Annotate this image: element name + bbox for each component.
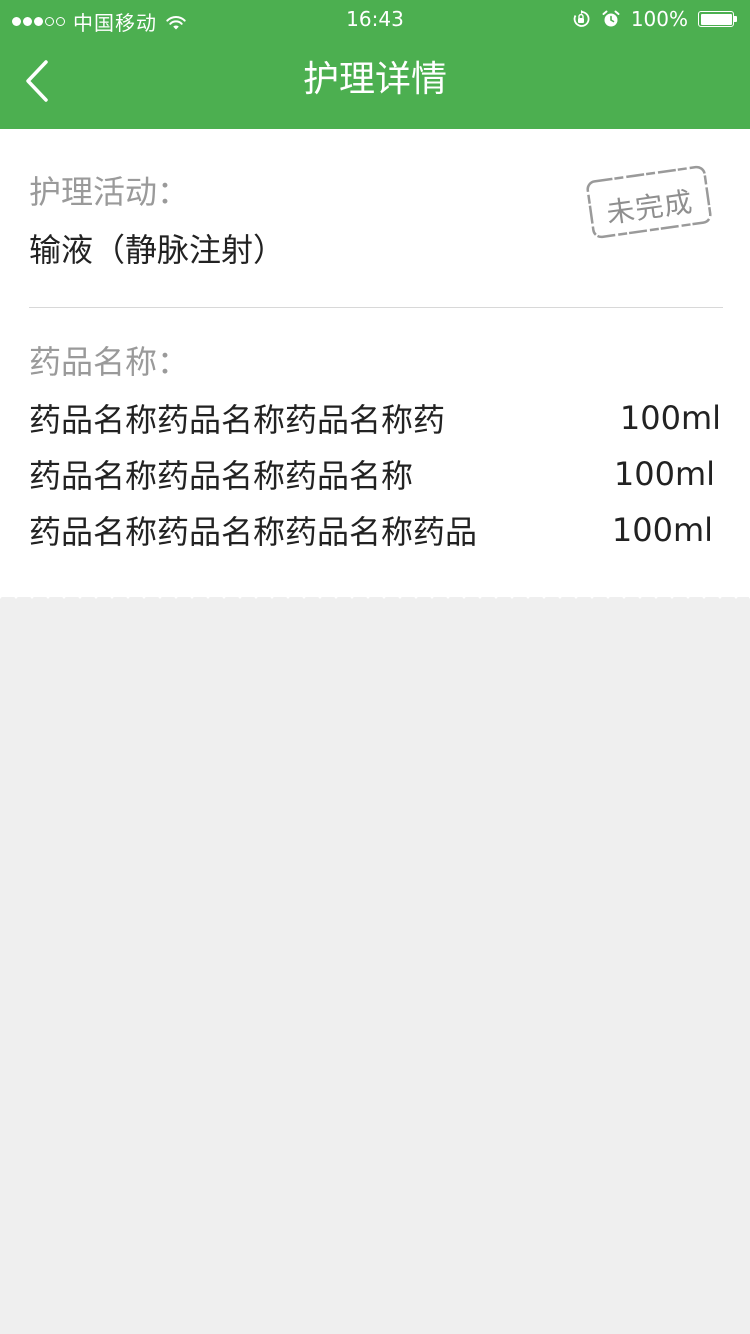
app-header: 中国移动 16:43 100% 护理详情 [0,0,750,129]
drug-row: 药品名称药品名称药品名称药 100ml [29,396,721,440]
activity-value: 输液（静脉注射） [29,231,286,269]
card-zigzag-edge [0,590,750,599]
rotation-lock-icon [573,10,590,27]
status-bar: 中国移动 16:43 100% [0,0,750,40]
battery-percent: 100% [630,7,688,31]
battery-level [700,13,732,25]
drug-name: 药品名称药品名称药品名称 [29,457,414,495]
drug-name: 药品名称药品名称药品名称药品 [29,513,478,551]
drug-amount: 100ml [619,399,721,437]
battery-icon [698,10,738,28]
drug-name: 药品名称药品名称药品名称药 [29,401,446,439]
page-title: 护理详情 [302,59,447,100]
activity-label: 护理活动： [29,173,190,211]
drug-amount: 100ml [613,455,715,493]
drug-row: 药品名称药品名称药品名称 100ml [29,452,715,496]
battery-body [698,11,734,27]
status-right: 100% [571,7,738,31]
drug-row: 药品名称药品名称药品名称药品 100ml [29,508,713,552]
drugs-label: 药品名称： [29,343,190,381]
drug-amount: 100ml [611,511,713,549]
section-divider [29,307,723,308]
navigation-bar: 护理详情 [0,40,750,129]
alarm-icon [602,10,620,27]
battery-cap [734,16,737,22]
